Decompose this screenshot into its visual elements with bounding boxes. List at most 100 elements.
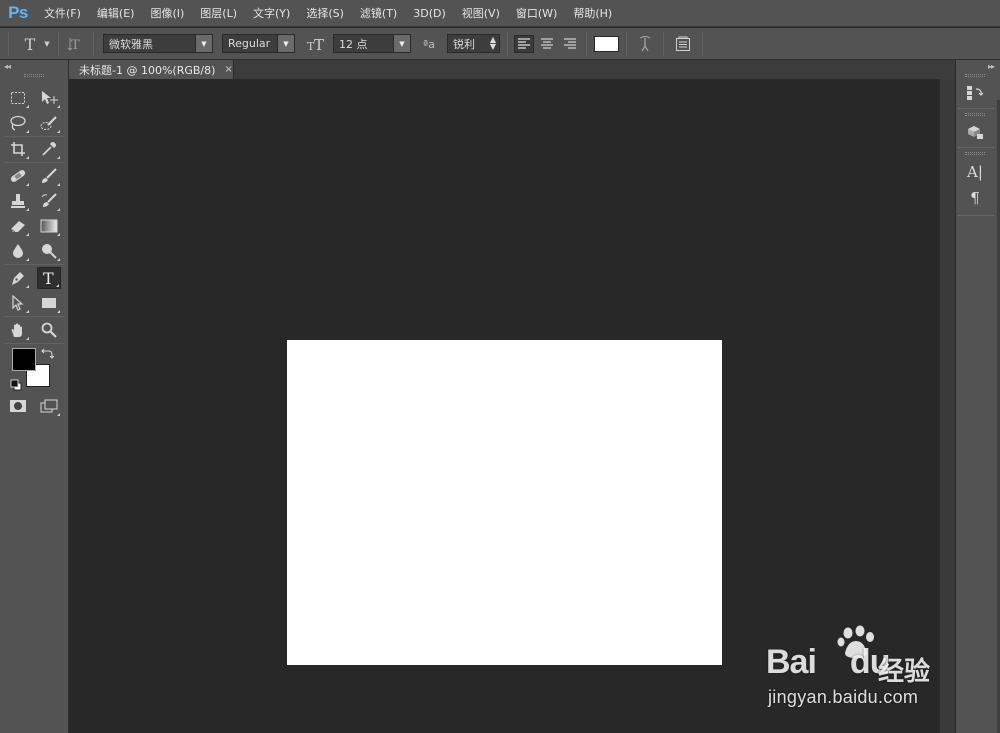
tool-preset-chevron-down-icon[interactable]: ▼ (42, 36, 52, 52)
text-color-swatch[interactable] (594, 36, 619, 52)
spot-healing-brush-tool[interactable] (6, 165, 30, 187)
type-tool-icon[interactable]: T (20, 34, 40, 54)
rectangular-marquee-tool[interactable] (6, 87, 30, 109)
antialias-icon: ªa (423, 37, 435, 51)
character-panel-icon[interactable] (672, 34, 694, 54)
paragraph-panel-button[interactable]: ¶ (963, 187, 987, 209)
menu-edit[interactable]: 编辑(E) (89, 0, 143, 27)
baidu-jingyan-watermark: Bai du 经验 jingyan.baidu.com (766, 625, 956, 715)
screen-mode-icon (40, 399, 58, 413)
swap-colors-icon[interactable] (40, 345, 55, 359)
close-tab-icon[interactable]: × (224, 64, 232, 75)
document-tab-title: 未标题-1 @ 100%(RGB/8) (79, 63, 216, 77)
menu-select[interactable]: 选择(S) (298, 0, 352, 27)
menu-3d[interactable]: 3D(D) (405, 0, 454, 27)
history-brush-icon (41, 193, 57, 207)
panel-grip[interactable] (24, 74, 44, 77)
pen-tool[interactable] (6, 267, 30, 289)
options-grip (8, 32, 9, 56)
rectangle-shape-icon (42, 298, 56, 308)
watermark-label: 经验 (878, 657, 931, 687)
menu-layer[interactable]: 图层(L) (192, 0, 245, 27)
collapse-panel-icon[interactable]: ◂◂ (4, 62, 11, 71)
expand-panels-icon[interactable]: ▸▸ (988, 62, 995, 71)
hand-tool[interactable] (6, 319, 30, 341)
history-icon (967, 86, 984, 100)
menu-image[interactable]: 图像(I) (142, 0, 192, 27)
type-tool[interactable]: T (37, 267, 61, 289)
lasso-tool[interactable] (6, 112, 30, 134)
tool-separator (4, 343, 64, 344)
menu-type[interactable]: 文字(Y) (245, 0, 298, 27)
align-right-icon (564, 38, 576, 49)
document-tab-strip: 未标题-1 @ 100%(RGB/8) × (69, 60, 955, 79)
photoshop-logo: Ps (8, 3, 28, 22)
clone-stamp-tool[interactable] (6, 190, 30, 212)
document-tab[interactable]: 未标题-1 @ 100%(RGB/8) × (69, 60, 234, 79)
align-left-icon (518, 38, 530, 49)
panel-grip[interactable] (965, 113, 985, 116)
menu-view[interactable]: 视图(V) (454, 0, 508, 27)
quick-mask-icon (10, 400, 26, 412)
antialias-select[interactable]: 锐利 ▲ ▼ (447, 34, 500, 53)
eraser-tool[interactable] (6, 215, 30, 237)
dodge-icon (42, 244, 57, 259)
align-center-button[interactable] (537, 35, 557, 53)
menu-help[interactable]: 帮助(H) (565, 0, 620, 27)
move-tool[interactable] (37, 87, 61, 109)
blur-tool[interactable] (6, 240, 30, 262)
text-color-fill (595, 37, 618, 51)
options-bar: T ▼ T 微软雅黑 ▼ Regular ▼ TT 12 点 ▼ ªa 锐利 ▲… (0, 28, 1000, 60)
chevron-down-icon: ▼ (195, 35, 212, 52)
foreground-color-fill (13, 349, 35, 370)
warp-text-icon[interactable] (634, 34, 656, 54)
path-selection-tool[interactable] (6, 292, 30, 314)
quick-selection-tool[interactable] (37, 112, 61, 134)
menu-file[interactable]: 文件(F) (36, 0, 89, 27)
default-colors-icon[interactable] (10, 376, 22, 391)
bandage-icon (10, 170, 26, 182)
3d-properties-button[interactable] (963, 121, 987, 143)
font-family-select[interactable]: 微软雅黑 ▼ (103, 34, 213, 53)
stamp-icon (11, 194, 25, 208)
dock-separator (958, 108, 994, 109)
hand-icon (11, 323, 22, 337)
panel-grip[interactable] (965, 74, 985, 77)
zoom-magnifier-icon (41, 322, 57, 338)
chevron-down-icon: ▼ (277, 35, 294, 52)
screen-mode-button[interactable] (37, 395, 61, 417)
align-left-button[interactable] (514, 35, 534, 53)
rectangle-tool[interactable] (37, 292, 61, 314)
quick-selection-icon (40, 116, 57, 130)
font-style-select[interactable]: Regular ▼ (222, 34, 295, 53)
character-panel-button[interactable]: A| (963, 161, 987, 183)
options-separator (702, 32, 703, 56)
history-brush-tool[interactable] (37, 190, 61, 212)
quick-mask-mode-button[interactable] (6, 395, 30, 417)
options-separator (663, 32, 664, 56)
history-panel-button[interactable] (963, 82, 987, 104)
rectangular-marquee-icon (11, 92, 25, 104)
align-right-button[interactable] (560, 35, 580, 53)
gradient-tool[interactable] (37, 215, 61, 237)
toggle-orientation-icon[interactable]: T (66, 34, 88, 54)
options-separator (58, 32, 59, 56)
tool-separator (4, 264, 64, 265)
options-separator (626, 32, 627, 56)
font-size-select[interactable]: 12 点 ▼ (333, 34, 411, 53)
updown-arrows-icon: ▲ ▼ (489, 35, 496, 51)
panel-grip[interactable] (965, 152, 985, 155)
tool-separator (4, 136, 64, 137)
tools-panel: ◂◂ T (0, 60, 69, 733)
dodge-tool[interactable] (37, 240, 61, 262)
lasso-icon (10, 115, 26, 131)
brush-tool[interactable] (37, 165, 61, 187)
crop-tool[interactable] (6, 138, 30, 160)
menu-filter[interactable]: 滤镜(T) (352, 0, 405, 27)
gradient-icon (40, 219, 58, 233)
eyedropper-tool[interactable] (37, 138, 61, 160)
foreground-color-swatch[interactable] (12, 348, 36, 371)
document-canvas[interactable] (287, 340, 722, 665)
zoom-tool[interactable] (37, 319, 61, 341)
menu-window[interactable]: 窗口(W) (508, 0, 565, 27)
